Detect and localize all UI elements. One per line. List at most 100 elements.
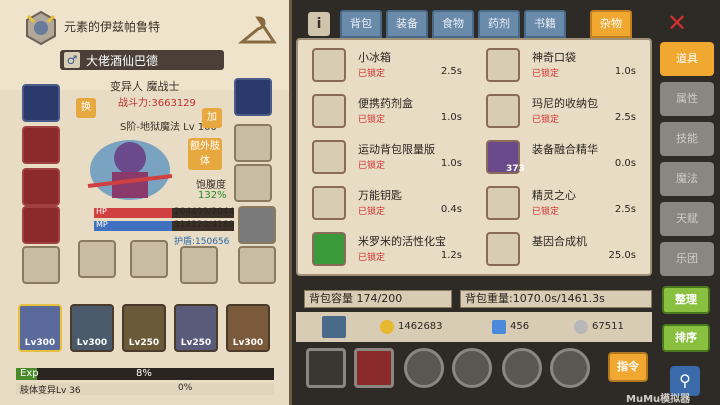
pet-slot[interactable]: Lv300 <box>18 304 62 352</box>
equip-slot-relic[interactable] <box>180 246 218 284</box>
character-header: 元素的伊兹帕鲁特 ♂ 大佬酒仙巴德 <box>0 0 289 90</box>
male-icon: ♂ <box>64 52 80 68</box>
limb-mutation-bar: 肢体变异Lv 36 0% <box>16 383 274 396</box>
dice-icon[interactable] <box>354 348 394 388</box>
equip-slot-device[interactable] <box>238 246 276 284</box>
list-item[interactable]: 运动背包限量版 已锁定 1.0s <box>302 138 466 178</box>
pet-level: Lv250 <box>128 338 160 348</box>
list-item[interactable]: 精灵之心 已锁定 2.5s <box>476 184 640 224</box>
item-status: 已锁定 <box>532 115 560 125</box>
tab-talent[interactable]: 天赋 <box>660 202 714 236</box>
order-button[interactable]: 排序 <box>662 324 710 352</box>
item-time: 2.5s <box>440 66 462 77</box>
tab-backpack[interactable]: 背包 <box>340 10 382 38</box>
exp-bar: Exp 8% <box>16 368 274 380</box>
equip-slot-feet[interactable] <box>22 246 60 284</box>
item-time: 0.0s <box>614 158 636 169</box>
item-name: 装备融合精华 <box>532 143 598 156</box>
hp-value: 204499/2044 <box>174 207 235 217</box>
equip-slot-head[interactable] <box>22 84 60 122</box>
pet-slot[interactable]: Lv300 <box>70 304 114 352</box>
gene-synthesizer-icon <box>486 232 520 266</box>
equip-slot-ring[interactable] <box>234 164 272 202</box>
storage-icon[interactable] <box>322 316 346 338</box>
pet-slot[interactable]: Lv300 <box>226 304 270 352</box>
tab-attributes[interactable]: 属性 <box>660 82 714 116</box>
item-name: 运动背包限量版 <box>358 143 435 156</box>
item-name: 便携药剂盒 <box>358 97 413 110</box>
info-button[interactable]: i <box>308 12 330 36</box>
tab-equipment[interactable]: 装备 <box>386 10 428 38</box>
limb-mutation-percent: 0% <box>178 383 193 393</box>
gem-amount: 456 <box>510 321 530 332</box>
item-name: 玛尼的收纳包 <box>532 97 598 110</box>
character-name: 大佬酒仙巴德 <box>86 54 159 68</box>
hanger-icon[interactable] <box>238 14 278 48</box>
gold-coin-icon <box>380 320 394 334</box>
list-item[interactable]: 373 装备融合精华 0.0s <box>476 138 640 178</box>
list-item[interactable]: 基因合成机 25.0s <box>476 230 640 270</box>
tab-skills[interactable]: 技能 <box>660 122 714 156</box>
refrigerator-icon <box>312 48 346 82</box>
list-item[interactable]: 米罗米的活性化宝 已锁定 1.2s <box>302 230 466 270</box>
backpack-icon <box>312 140 346 174</box>
add-button[interactable]: 加 <box>202 108 222 128</box>
item-status: 已锁定 <box>358 207 386 217</box>
pet-slot[interactable]: Lv250 <box>122 304 166 352</box>
equip-slot-accessory[interactable] <box>238 206 276 244</box>
pet-slot[interactable]: Lv250 <box>174 304 218 352</box>
close-icon[interactable]: ✕ <box>664 10 690 36</box>
shield-value: 护盾:150656 <box>174 237 230 247</box>
pet-level: Lv250 <box>180 338 212 348</box>
fusion-essence-icon: 373 <box>486 140 525 174</box>
potion-slot-icon[interactable] <box>306 348 346 388</box>
tab-band[interactable]: 乐团 <box>660 242 714 276</box>
list-item[interactable]: 万能钥匙 已锁定 0.4s <box>302 184 466 224</box>
item-time: 1.0s <box>440 112 462 123</box>
tab-magic[interactable]: 魔法 <box>660 162 714 196</box>
tab-items[interactable]: 道具 <box>660 42 714 76</box>
mp-bar: MP 314220/4189 <box>94 220 234 231</box>
tab-misc[interactable]: 杂物 <box>590 10 632 38</box>
item-status: 已锁定 <box>532 69 560 79</box>
tab-books[interactable]: 书籍 <box>524 10 566 38</box>
magic-pouch-icon <box>486 48 520 82</box>
pet-list: Lv300 Lv300 Lv250 Lv250 Lv300 <box>18 304 270 354</box>
swap-button[interactable]: 换 <box>76 98 96 118</box>
item-status: 已锁定 <box>358 69 386 79</box>
bag-capacity: 背包容量 174/200 <box>304 290 452 308</box>
pet-level: Lv300 <box>24 338 56 348</box>
equip-slot-body[interactable] <box>22 126 60 164</box>
sort-button[interactable]: 整理 <box>662 286 710 314</box>
helmet-icon[interactable] <box>550 348 590 388</box>
equip-slot-amulet[interactable] <box>234 78 272 116</box>
gold-amount: 1462683 <box>398 321 443 332</box>
command-button[interactable]: 指令 <box>608 352 648 382</box>
emulator-watermark: MuMu模拟器 <box>626 394 691 405</box>
list-item[interactable]: 玛尼的收纳包 已锁定 2.5s <box>476 92 640 132</box>
equip-slot-offhand[interactable] <box>130 240 168 278</box>
hp-label: HP <box>96 207 107 216</box>
list-item[interactable]: 神奇口袋 已锁定 1.0s <box>476 46 640 86</box>
bag-weight: 背包重量:1070.0s/1461.3s <box>460 290 652 308</box>
combat-power: 战斗力:3663129 <box>118 98 196 109</box>
extra-limb-button[interactable]: 额外肢体 <box>188 138 222 170</box>
satiety-label: 饱腹度 <box>196 180 226 191</box>
inventory-panel: i 背包 装备 食物 药剂 书籍 杂物 ✕ 小冰箱 已锁定 2.5s 神奇口袋 … <box>296 0 720 405</box>
silver-coin-icon <box>574 320 588 334</box>
transfer-icon[interactable] <box>452 348 492 388</box>
list-item[interactable]: 小冰箱 已锁定 2.5s <box>302 46 466 86</box>
list-item[interactable]: 便携药剂盒 已锁定 1.0s <box>302 92 466 132</box>
tab-food[interactable]: 食物 <box>432 10 474 38</box>
split-icon[interactable] <box>404 348 444 388</box>
equip-slot-weapon[interactable] <box>78 240 116 278</box>
item-time: 1.2s <box>440 250 462 261</box>
limb-mutation-label: 肢体变异Lv 36 <box>20 386 81 396</box>
pet-level: Lv300 <box>232 338 264 348</box>
equip-slot-legs[interactable] <box>22 168 60 206</box>
target-icon[interactable] <box>502 348 542 388</box>
key-icon <box>312 186 346 220</box>
equip-slot-cape[interactable] <box>22 206 60 244</box>
equip-slot-gloves[interactable] <box>234 124 272 162</box>
tab-potion[interactable]: 药剂 <box>478 10 520 38</box>
